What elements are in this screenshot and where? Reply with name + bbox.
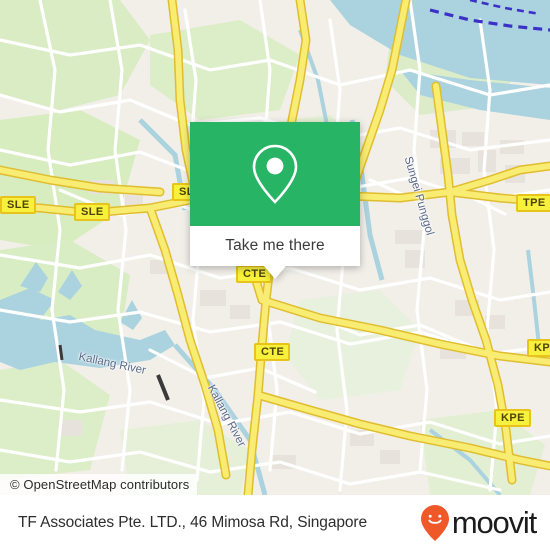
popup-image-panel bbox=[190, 122, 360, 226]
map-canvas[interactable]: SLE SLE SLE TPE CTE CTE KPE KPE Kallang … bbox=[0, 0, 550, 495]
location-popup-card[interactable]: Take me there bbox=[190, 122, 360, 279]
bottom-bar: TF Associates Pte. LTD., 46 Mimosa Rd, S… bbox=[0, 495, 550, 550]
moovit-smiley-pin-icon bbox=[420, 504, 449, 541]
water-label-kallang-river-2: Kallang River bbox=[204, 382, 248, 450]
location-title: TF Associates Pte. LTD., 46 Mimosa Rd, S… bbox=[18, 513, 367, 531]
map-attribution[interactable]: © OpenStreetMap contributors bbox=[0, 474, 198, 495]
location-pin-icon bbox=[252, 144, 298, 204]
take-me-there-button[interactable]: Take me there bbox=[190, 226, 360, 266]
water-label-sungei-punggol: Sungei Punggol bbox=[401, 155, 436, 237]
moovit-wordmark: moovit bbox=[451, 505, 537, 540]
water-label-kallang-river-1: Kallang River bbox=[77, 351, 147, 377]
map-screenshot: SLE SLE SLE TPE CTE CTE KPE KPE Kallang … bbox=[0, 0, 550, 550]
popup-pointer bbox=[264, 266, 286, 279]
take-me-there-label: Take me there bbox=[225, 237, 325, 254]
moovit-brand[interactable]: moovit bbox=[420, 504, 537, 542]
